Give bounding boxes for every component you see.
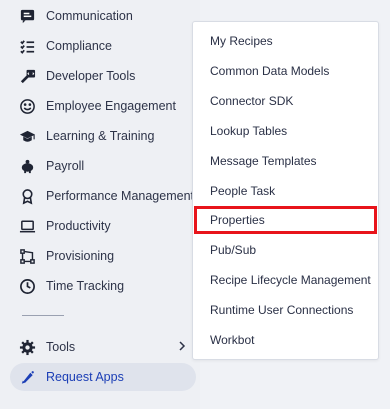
sidebar-item-payroll[interactable]: Payroll [10, 152, 196, 180]
sidebar-item-request-apps[interactable]: Request Apps [10, 363, 196, 391]
sidebar-item-label: Time Tracking [46, 279, 125, 293]
menu-item-properties[interactable]: Properties [193, 205, 378, 235]
sidebar-item-learning-training[interactable]: Learning & Training [10, 122, 196, 150]
sidebar-item-label: Request Apps [46, 370, 124, 384]
sidebar-item-tools[interactable]: Tools [10, 333, 196, 361]
gear-icon [18, 338, 36, 356]
sidebar-item-communication[interactable]: Communication [10, 2, 196, 30]
graduation-cap-icon [18, 127, 36, 145]
sidebar-item-label: Provisioning [46, 249, 115, 263]
laptop-icon [18, 217, 36, 235]
sidebar-item-label: Learning & Training [46, 129, 155, 143]
sidebar-item-label: Employee Engagement [46, 99, 176, 113]
clock-icon [18, 277, 36, 295]
sidebar-divider [22, 315, 64, 316]
menu-item-people-task[interactable]: People Task [193, 176, 378, 206]
sidebar-item-employee-engagement[interactable]: Employee Engagement [10, 92, 196, 120]
sidebar-item-label: Developer Tools [46, 69, 136, 83]
sidebar: Communication Compliance Developer Tools… [0, 0, 200, 409]
menu-item-workbot[interactable]: Workbot [193, 325, 378, 355]
checklist-icon [18, 37, 36, 55]
chat-icon [18, 7, 36, 25]
menu-item-runtime-user-connections[interactable]: Runtime User Connections [193, 295, 378, 325]
sidebar-item-productivity[interactable]: Productivity [10, 212, 196, 240]
chevron-right-icon [179, 341, 186, 351]
developer-tools-icon [18, 67, 36, 85]
sidebar-item-label: Performance Management [46, 189, 194, 203]
smiley-icon [18, 97, 36, 115]
pen-icon [18, 368, 36, 386]
piggy-bank-icon [18, 157, 36, 175]
tools-dropdown-menu: My Recipes Common Data Models Connector … [192, 21, 379, 360]
workflow-icon [18, 247, 36, 265]
menu-item-lookup-tables[interactable]: Lookup Tables [193, 116, 378, 146]
sidebar-item-compliance[interactable]: Compliance [10, 32, 196, 60]
menu-item-connector-sdk[interactable]: Connector SDK [193, 86, 378, 116]
menu-item-pub-sub[interactable]: Pub/Sub [193, 235, 378, 265]
sidebar-item-provisioning[interactable]: Provisioning [10, 242, 196, 270]
sidebar-item-developer-tools[interactable]: Developer Tools [10, 62, 196, 90]
menu-item-common-data-models[interactable]: Common Data Models [193, 56, 378, 86]
menu-item-message-templates[interactable]: Message Templates [193, 146, 378, 176]
award-icon [18, 187, 36, 205]
menu-item-my-recipes[interactable]: My Recipes [193, 26, 378, 56]
sidebar-item-time-tracking[interactable]: Time Tracking [10, 272, 196, 300]
sidebar-item-performance-management[interactable]: Performance Management [10, 182, 196, 210]
sidebar-item-label: Communication [46, 9, 133, 23]
sidebar-item-label: Compliance [46, 39, 113, 53]
menu-item-recipe-lifecycle-management[interactable]: Recipe Lifecycle Management [193, 265, 378, 295]
sidebar-item-label: Payroll [46, 159, 85, 173]
sidebar-item-label: Productivity [46, 219, 111, 233]
sidebar-item-label: Tools [46, 340, 76, 354]
